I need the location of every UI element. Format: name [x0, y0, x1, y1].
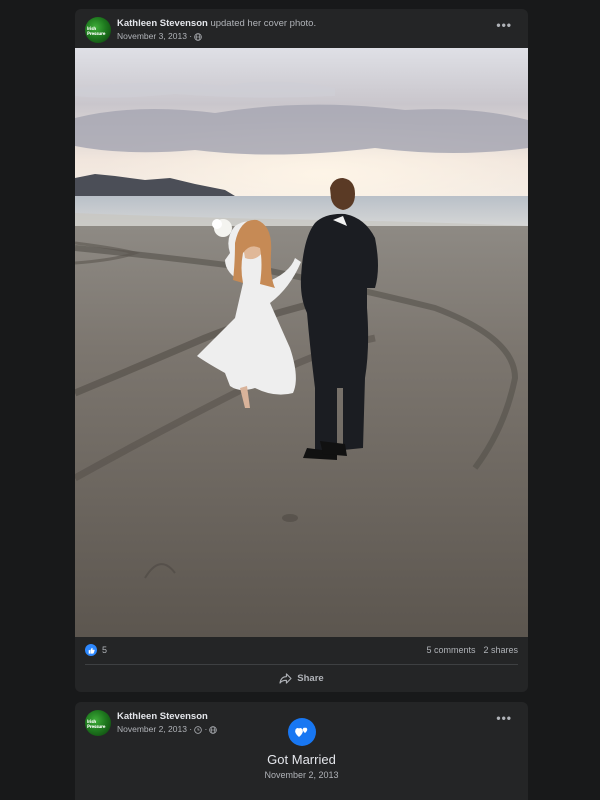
life-event: Got Married November 2, 2013	[75, 718, 528, 780]
share-label: Share	[297, 672, 324, 684]
cover-photo[interactable]	[75, 48, 528, 637]
shares-count[interactable]: 2 shares	[483, 645, 518, 655]
avatar-logo-text: Irish Pressure	[87, 26, 106, 36]
divider	[85, 664, 518, 665]
post-card-life-event: Irish Pressure Kathleen Stevenson Novemb…	[75, 702, 528, 800]
comments-count[interactable]: 5 comments	[426, 645, 475, 655]
post-card-cover-photo: Irish Pressure Kathleen Stevenson update…	[75, 9, 528, 692]
life-event-title: Got Married	[267, 752, 336, 767]
like-count[interactable]: 5	[102, 645, 107, 655]
like-icon[interactable]	[85, 644, 97, 656]
share-arrow-icon	[279, 672, 292, 684]
life-event-date: November 2, 2013	[264, 770, 339, 780]
hearts-icon	[287, 718, 316, 746]
post-date[interactable]: November 3, 2013	[117, 30, 187, 43]
post-header: Irish Pressure Kathleen Stevenson update…	[85, 17, 317, 43]
wedding-beach-photo	[75, 48, 528, 637]
share-button[interactable]: Share	[75, 669, 528, 687]
more-options-button[interactable]: •••	[496, 19, 512, 31]
avatar[interactable]: Irish Pressure	[85, 17, 111, 43]
author-name[interactable]: Kathleen Stevenson	[117, 18, 208, 29]
globe-icon	[194, 32, 202, 41]
post-action-text: updated her cover photo.	[210, 18, 317, 29]
reaction-stats: 5 5 comments 2 shares	[85, 643, 518, 657]
